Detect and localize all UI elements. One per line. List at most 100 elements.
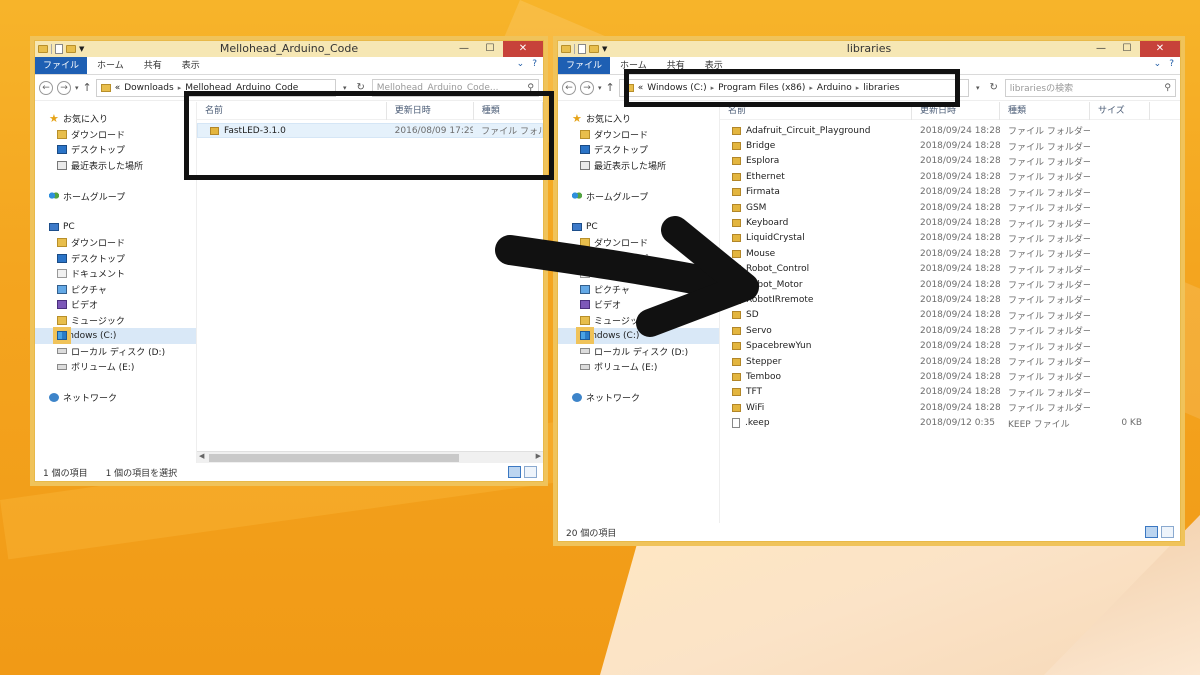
column-header-size[interactable]: サイズ: [1090, 102, 1150, 120]
up-button[interactable]: ↑: [83, 81, 92, 94]
nav-favorites[interactable]: ★ お気に入り: [35, 111, 196, 127]
recent-locations-dropdown[interactable]: ▾: [75, 84, 79, 92]
nav-downloads[interactable]: ダウンロード: [35, 127, 196, 143]
address-dropdown[interactable]: ▾: [973, 84, 983, 92]
help-icon[interactable]: ?: [1169, 59, 1174, 69]
file-row[interactable]: Ethernet 2018/09/24 18:28 ファイル フォルダー: [720, 169, 1180, 184]
nav-downloads[interactable]: ダウンロード: [558, 127, 719, 143]
nav-pc-desktop[interactable]: デスクトップ: [35, 251, 196, 267]
forward-button[interactable]: →: [580, 80, 594, 95]
file-row[interactable]: Keyboard 2018/09/24 18:28 ファイル フォルダー: [720, 215, 1180, 230]
nav-music[interactable]: ミュージック: [35, 313, 196, 329]
nav-network[interactable]: ネットワーク: [35, 390, 196, 406]
file-type: ファイル フォルダー: [1008, 250, 1090, 261]
title-bar[interactable]: ▼ libraries — ☐ ✕: [558, 41, 1180, 57]
close-button[interactable]: ✕: [1140, 41, 1180, 57]
recent-locations-dropdown[interactable]: ▾: [598, 84, 602, 92]
nav-desktop[interactable]: デスクトップ: [35, 142, 196, 158]
file-row[interactable]: SpacebrewYun 2018/09/24 18:28 ファイル フォルダー: [720, 338, 1180, 353]
chevron-down-icon[interactable]: ▼: [602, 45, 607, 53]
maximize-button[interactable]: ☐: [477, 41, 503, 57]
nav-recent[interactable]: 最近表示した場所: [558, 158, 719, 174]
file-name: .keep: [745, 418, 770, 429]
nav-homegroup[interactable]: ホームグループ: [558, 189, 719, 205]
file-row[interactable]: Mouse 2018/09/24 18:28 ファイル フォルダー: [720, 246, 1180, 261]
tab-file[interactable]: ファイル: [558, 57, 611, 74]
nav-favorites[interactable]: ★ お気に入り: [558, 111, 719, 127]
tab-share[interactable]: 共有: [134, 57, 172, 74]
nav-recent[interactable]: 最近表示した場所: [35, 158, 196, 174]
large-icons-view-icon[interactable]: [1161, 526, 1174, 538]
expand-ribbon-icon[interactable]: ⌄: [517, 59, 525, 69]
properties-icon[interactable]: [578, 44, 586, 54]
file-row[interactable]: Servo 2018/09/24 18:28 ファイル フォルダー: [720, 323, 1180, 338]
file-row[interactable]: Esplora 2018/09/24 18:28 ファイル フォルダー: [720, 154, 1180, 169]
details-view-icon[interactable]: [1145, 526, 1158, 538]
forward-button[interactable]: →: [57, 80, 71, 95]
new-folder-icon[interactable]: [589, 45, 599, 53]
minimize-button[interactable]: —: [451, 41, 477, 57]
file-row[interactable]: TFT 2018/09/24 18:28 ファイル フォルダー: [720, 385, 1180, 400]
nav-videos[interactable]: ビデオ: [35, 297, 196, 313]
file-row[interactable]: Temboo 2018/09/24 18:28 ファイル フォルダー: [720, 369, 1180, 384]
details-view-icon[interactable]: [508, 466, 521, 478]
file-row[interactable]: Robot_Control 2018/09/24 18:28 ファイル フォルダー: [720, 262, 1180, 277]
minimize-button[interactable]: —: [1088, 41, 1114, 57]
new-folder-icon[interactable]: [66, 45, 76, 53]
nav-desktop[interactable]: デスクトップ: [558, 142, 719, 158]
file-row[interactable]: Firmata 2018/09/24 18:28 ファイル フォルダー: [720, 185, 1180, 200]
drive-icon: [57, 363, 67, 370]
column-header-type[interactable]: 種類: [1000, 102, 1090, 120]
scrollbar-thumb[interactable]: [209, 454, 459, 462]
refresh-button[interactable]: ↻: [987, 82, 1001, 93]
nav-pc[interactable]: PC: [35, 220, 196, 236]
search-input[interactable]: librariesの検索 ⚲: [1004, 78, 1176, 97]
file-row[interactable]: WiFi 2018/09/24 18:28 ファイル フォルダー: [720, 400, 1180, 415]
tab-file[interactable]: ファイル: [35, 57, 88, 74]
nav-pictures[interactable]: ピクチャ: [35, 282, 196, 298]
up-button[interactable]: ↑: [606, 81, 615, 94]
title-bar[interactable]: ▼ Mellohead_Arduino_Code — ☐ ✕: [35, 41, 543, 57]
chevron-down-icon[interactable]: ▼: [79, 45, 84, 53]
nav-network[interactable]: ネットワーク: [558, 390, 719, 406]
tab-view[interactable]: 表示: [172, 57, 210, 74]
chevron-right-icon[interactable]: ▸: [178, 84, 182, 92]
nav-volume-e[interactable]: ボリューム (E:): [35, 359, 196, 375]
horizontal-scrollbar[interactable]: ◀ ▶: [197, 451, 543, 463]
back-button[interactable]: ←: [39, 80, 53, 95]
file-name-cell: WiFi: [720, 403, 912, 413]
nav-windows-c[interactable]: Windows (C:): [35, 328, 196, 344]
back-button[interactable]: ←: [562, 80, 576, 95]
file-row[interactable]: LiquidCrystal 2018/09/24 18:28 ファイル フォルダー: [720, 231, 1180, 246]
tab-home[interactable]: ホーム: [87, 57, 134, 74]
file-row[interactable]: Adafruit_Circuit_Playground 2018/09/24 18…: [720, 123, 1180, 138]
file-row[interactable]: Robot_Motor 2018/09/24 18:28 ファイル フォルダー: [720, 277, 1180, 292]
folder-icon: [732, 126, 741, 135]
file-list[interactable]: 名前 更新日時 種類 サイズ Adafruit_Circuit_Playgrou…: [720, 102, 1180, 523]
file-row[interactable]: Bridge 2018/09/24 18:28 ファイル フォルダー: [720, 138, 1180, 153]
nav-documents[interactable]: ドキュメント: [35, 266, 196, 282]
nav-homegroup[interactable]: ホームグループ: [35, 189, 196, 205]
nav-local-d[interactable]: ローカル ディスク (D:): [35, 344, 196, 360]
properties-icon[interactable]: [55, 44, 63, 54]
file-row[interactable]: SD 2018/09/24 18:28 ファイル フォルダー: [720, 308, 1180, 323]
file-name: WiFi: [746, 402, 765, 413]
nav-volume-e[interactable]: ボリューム (E:): [558, 359, 719, 375]
folder-icon: [732, 157, 741, 166]
address-overflow[interactable]: «: [115, 83, 121, 93]
file-row[interactable]: .keep 2018/09/12 0:35 KEEP ファイル 0 KB: [720, 415, 1180, 430]
file-row[interactable]: Stepper 2018/09/24 18:28 ファイル フォルダー: [720, 354, 1180, 369]
breadcrumb-item[interactable]: Downloads: [124, 83, 173, 93]
scroll-left-icon[interactable]: ◀: [199, 452, 204, 460]
close-button[interactable]: ✕: [503, 41, 543, 57]
expand-ribbon-icon[interactable]: ⌄: [1154, 59, 1162, 69]
large-icons-view-icon[interactable]: [524, 466, 537, 478]
scroll-right-icon[interactable]: ▶: [536, 452, 541, 460]
maximize-button[interactable]: ☐: [1114, 41, 1140, 57]
help-icon[interactable]: ?: [532, 59, 537, 69]
file-row[interactable]: GSM 2018/09/24 18:28 ファイル フォルダー: [720, 200, 1180, 215]
file-type: ファイル フォルダー: [1008, 342, 1090, 353]
navigation-pane[interactable]: ★ お気に入り ダウンロード デスクトップ 最近表示した場所 ホームグループ PC…: [35, 102, 197, 463]
file-row[interactable]: RobotIRremote 2018/09/24 18:28 ファイル フォルダー: [720, 292, 1180, 307]
nav-pc-downloads[interactable]: ダウンロード: [35, 235, 196, 251]
